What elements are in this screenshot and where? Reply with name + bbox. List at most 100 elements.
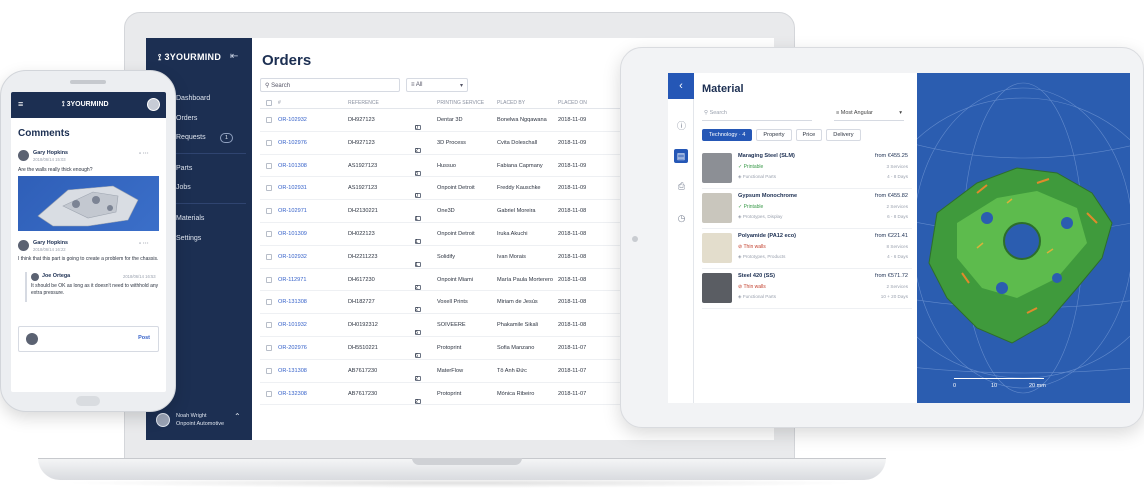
row-checkbox[interactable] — [266, 276, 272, 283]
order-id-link[interactable]: OR-102932 — [278, 254, 307, 260]
material-icon[interactable]: ▤ — [674, 149, 688, 163]
order-id-link[interactable]: OR-132308 — [278, 391, 307, 397]
row-checkbox[interactable] — [266, 185, 272, 192]
order-id-link[interactable]: OR-131308 — [278, 368, 307, 374]
collapse-sidebar-icon[interactable]: ⇤ — [230, 51, 238, 62]
printing-service: Protoprint — [437, 390, 462, 397]
comment-author: Gary Hopkins — [33, 240, 69, 246]
document-icon[interactable]: ⎙ — [676, 181, 687, 192]
printability-status: ⊘ Thin walls — [738, 284, 766, 290]
printability-status: ✓ Printable — [738, 204, 764, 210]
placed-on: 2018-11-07 — [558, 344, 587, 351]
order-id-link[interactable]: OR-112971 — [278, 277, 307, 283]
order-reference: DH0192312 — [348, 322, 378, 329]
sort-select[interactable]: ≡ Most Angular ▾ — [834, 107, 904, 121]
user-menu[interactable]: Noah Wright Onpoint Automotive — [156, 412, 224, 428]
back-arrow-icon[interactable]: ‹ — [668, 73, 694, 99]
column-header-service[interactable]: PRINTING SERVICE — [437, 100, 484, 106]
row-checkbox[interactable] — [266, 390, 272, 397]
hamburger-menu-icon[interactable]: ≡ — [18, 99, 23, 109]
printing-service: Hussuo — [437, 162, 456, 169]
avatar — [26, 333, 38, 345]
sidebar-item-jobs[interactable]: Jobs — [176, 178, 246, 198]
info-icon[interactable]: ⓘ — [676, 121, 687, 132]
order-id-link[interactable]: OR-102976 — [278, 140, 307, 146]
3d-model-viewer[interactable]: 0 10 20 mm — [917, 73, 1130, 403]
placed-on: 2018-11-09 — [558, 185, 587, 192]
order-reference: DH2211223 — [348, 253, 378, 260]
filter-select[interactable]: ≡ All ▾ — [406, 78, 468, 92]
placed-on: 2018-11-09 — [558, 139, 587, 146]
row-checkbox[interactable] — [266, 117, 272, 123]
comment-composer[interactable]: Post — [18, 326, 159, 352]
model-render — [917, 82, 1130, 394]
placed-on: 2018-11-09 — [558, 117, 587, 123]
row-checkbox[interactable] — [266, 367, 272, 374]
material-list-item[interactable]: Gypsum Monochrome ✓ Printable ◈ Prototypes… — [702, 189, 912, 229]
more-options-icon[interactable]: ▫ ⋯ — [139, 150, 149, 157]
chevron-up-icon[interactable]: ⌃ — [234, 412, 241, 421]
material-list-item[interactable]: Steel 420 (SS) ⊘ Thin walls ◈ Functional P… — [702, 269, 912, 309]
row-checkbox[interactable] — [266, 299, 272, 306]
placed-by: Bonelwa Ngqawana — [497, 117, 547, 123]
row-checkbox[interactable] — [266, 208, 272, 215]
post-button[interactable]: Post — [138, 335, 150, 341]
row-checkbox[interactable] — [266, 230, 272, 237]
sidebar-item-parts[interactable]: Parts — [176, 159, 246, 179]
search-input[interactable]: ⚲ Search — [260, 78, 400, 92]
comment-reply: Joe Ortega 2018/06/14 16:53 It should be… — [25, 272, 159, 302]
delivery-time: 10 + 20 Days — [880, 294, 908, 299]
row-checkbox[interactable] — [266, 253, 272, 260]
comment-attachment-image[interactable] — [18, 176, 159, 231]
caret-down-icon: ▾ — [899, 110, 902, 116]
placed-by: Freddy Kauschke — [497, 185, 541, 192]
brand-logo[interactable]: ⟟ 3YOURMIND — [158, 52, 221, 63]
material-search-input[interactable]: ⚲ Search — [702, 107, 812, 121]
tab-price[interactable]: Price — [795, 129, 823, 141]
material-use-tag: ◈ Functional Parts — [738, 294, 777, 299]
sidebar-item-requests[interactable]: Requests 1 — [176, 128, 246, 148]
order-id-link[interactable]: OR-202976 — [278, 345, 307, 351]
tab-technology[interactable]: Technology · 4 — [702, 129, 753, 141]
order-id-link[interactable]: OR-101932 — [278, 322, 307, 328]
printing-service: Dentar 3D — [437, 117, 463, 123]
order-reference: DH2130221 — [348, 208, 378, 215]
phone-home-indicator — [76, 396, 100, 406]
order-id-link[interactable]: OR-102971 — [278, 208, 307, 214]
brand-logo[interactable]: ⟟ 3YOURMIND — [62, 101, 109, 109]
placed-by: Miriam de Jesús — [497, 299, 538, 306]
material-thumbnail — [702, 193, 732, 223]
column-header-placed-on[interactable]: PLACED ON — [558, 100, 587, 106]
avatar — [156, 413, 170, 427]
material-list-item[interactable]: Polyamide (PA12 eco) ⊘ Thin walls ◈ Protot… — [702, 229, 912, 269]
placed-by: Tô Anh Đức — [497, 367, 527, 374]
placed-on: 2018-11-08 — [558, 253, 587, 260]
order-id-link[interactable]: OR-101309 — [278, 231, 307, 237]
row-checkbox[interactable] — [266, 139, 272, 146]
order-id-link[interactable]: OR-101308 — [278, 163, 307, 169]
column-header-id[interactable]: # — [278, 100, 281, 106]
row-checkbox[interactable] — [266, 322, 272, 329]
material-name: Maraging Steel (SLM) — [738, 153, 795, 159]
row-checkbox[interactable] — [266, 162, 272, 169]
order-id-link[interactable]: OR-102931 — [278, 185, 307, 191]
tab-delivery[interactable]: Delivery — [826, 129, 861, 141]
printing-service: Protoprint — [437, 344, 462, 351]
column-header-reference[interactable]: REFERENCE — [348, 100, 379, 106]
order-id-link[interactable]: OR-102932 — [278, 117, 307, 123]
comment-date: 2018/06/14 16:22 — [33, 247, 66, 252]
sidebar-item-dashboard[interactable]: Dashboard — [176, 89, 246, 109]
tab-property[interactable]: Property — [756, 129, 792, 141]
row-checkbox[interactable] — [266, 344, 272, 351]
sidebar-item-materials[interactable]: Materials — [176, 209, 246, 229]
history-icon[interactable]: ◷ — [676, 213, 687, 224]
sidebar-item-settings[interactable]: Settings — [176, 229, 246, 249]
more-options-icon[interactable]: ▫ ⋯ — [139, 240, 149, 247]
order-id-link[interactable]: OR-131308 — [278, 299, 307, 305]
select-all-checkbox[interactable] — [266, 100, 272, 106]
sidebar-item-orders[interactable]: Orders — [176, 109, 246, 129]
material-list-item[interactable]: Maraging Steel (SLM) ✓ Printable ◈ Functio… — [702, 149, 912, 189]
avatar — [18, 240, 29, 251]
avatar[interactable] — [147, 98, 160, 111]
column-header-placed-by[interactable]: PLACED BY — [497, 100, 525, 106]
